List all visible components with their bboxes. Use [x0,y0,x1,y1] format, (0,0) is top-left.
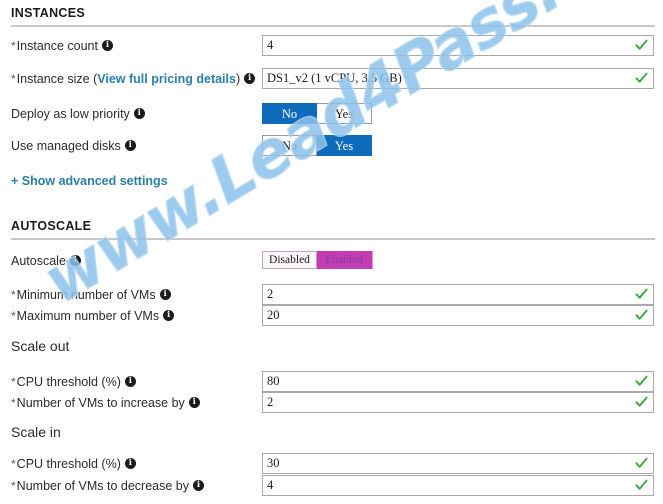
info-icon[interactable]: i [244,73,256,85]
use-managed-disks-option-no[interactable]: No [262,135,317,156]
view-full-pricing-details-link[interactable]: View full pricing details [97,72,236,86]
use-managed-disks-label: Use managed disks i [11,135,136,157]
instance-count-label-text: Instance count [16,39,98,53]
autoscale-label-text: Autoscale [11,254,66,268]
valid-check-icon [635,71,648,85]
scale-in-heading: Scale in [11,424,61,440]
instance-size-row: *Instance size (View full pricing detail… [0,68,663,90]
required-marker: * [11,457,16,471]
instance-size-label: *Instance size (View full pricing detail… [11,68,256,90]
use-managed-disks-label-text: Use managed disks [11,139,121,153]
scale-in-cpu-threshold-row: *CPU threshold (%) i 30 [0,453,663,475]
autoscale-toggle[interactable]: Disabled Enabled [262,251,373,272]
valid-check-icon [635,456,648,470]
scale-in-decrease-vms-input[interactable]: 4 [262,475,654,496]
autoscale-option-enabled[interactable]: Enabled [317,251,372,269]
required-marker: * [11,479,16,493]
use-managed-disks-option-yes[interactable]: Yes [317,135,372,156]
scale-out-heading: Scale out [11,338,70,354]
info-icon[interactable]: i [163,310,175,322]
deploy-low-priority-option-yes[interactable]: Yes [317,103,372,124]
maximum-vms-input[interactable]: 20 [262,305,654,326]
valid-check-icon [635,287,648,301]
scale-out-cpu-threshold-label: *CPU threshold (%) i [11,371,136,393]
required-marker: * [11,39,16,53]
instances-section-divider [11,25,655,27]
deploy-low-priority-toggle[interactable]: No Yes [262,103,372,124]
instance-size-label-text: Instance size ( [16,72,98,86]
scale-in-decrease-vms-row: *Number of VMs to decrease by i 4 [0,475,663,497]
scale-out-increase-vms-row: *Number of VMs to increase by i 2 [0,392,663,414]
info-icon[interactable]: i [101,40,113,52]
instance-count-row: *Instance count i 4 [0,35,663,57]
maximum-vms-label-text: Maximum number of VMs [16,309,160,323]
minimum-vms-value: 2 [267,287,274,301]
instance-count-input[interactable]: 4 [262,35,654,56]
scale-out-increase-vms-value: 2 [267,395,274,409]
scale-out-cpu-threshold-label-text: CPU threshold (%) [16,375,121,389]
use-managed-disks-row: Use managed disks i No Yes [0,135,663,157]
instance-count-label: *Instance count i [11,35,113,57]
scale-out-cpu-threshold-value: 80 [267,374,280,388]
minimum-vms-label: *Minimum number of VMs i [11,284,171,306]
scale-out-increase-vms-label: *Number of VMs to increase by i [11,392,200,414]
required-marker: * [11,309,16,323]
show-advanced-settings-link[interactable]: + Show advanced settings [11,170,168,192]
use-managed-disks-toggle[interactable]: No Yes [262,135,372,156]
info-icon[interactable]: i [69,255,81,267]
autoscale-section: AUTOSCALE [0,219,663,240]
scale-in-cpu-threshold-label-text: CPU threshold (%) [16,457,121,471]
instances-section-title: INSTANCES [11,6,86,20]
info-icon[interactable]: i [124,376,136,388]
info-icon[interactable]: i [124,458,136,470]
show-advanced-settings-row: + Show advanced settings [0,170,663,192]
required-marker: * [11,396,16,410]
instance-size-select[interactable]: DS1_v2 (1 vCPU, 3.5 GB) [262,68,654,89]
deploy-low-priority-row: Deploy as low priority i No Yes [0,103,663,125]
scale-out-increase-vms-input[interactable]: 2 [262,392,654,413]
scale-in-cpu-threshold-input[interactable]: 30 [262,453,654,474]
scale-out-cpu-threshold-row: *CPU threshold (%) i 80 [0,371,663,393]
scale-in-decrease-vms-value: 4 [267,478,274,492]
scale-in-cpu-threshold-value: 30 [267,456,280,470]
minimum-vms-input[interactable]: 2 [262,284,654,305]
scale-in-decrease-vms-label: *Number of VMs to decrease by i [11,475,204,497]
info-icon[interactable]: i [133,108,145,120]
info-icon[interactable]: i [192,480,204,492]
minimum-vms-label-text: Minimum number of VMs [16,288,156,302]
valid-check-icon [635,478,648,492]
autoscale-section-title: AUTOSCALE [11,219,92,233]
deploy-low-priority-option-no[interactable]: No [262,103,317,124]
autoscale-section-divider [11,238,655,240]
autoscale-row: Autoscale i Disabled Enabled [0,250,663,272]
instance-size-value: DS1_v2 (1 vCPU, 3.5 GB) [267,71,402,85]
maximum-vms-value: 20 [267,308,280,322]
scale-in-cpu-threshold-label: *CPU threshold (%) i [11,453,136,475]
valid-check-icon [635,395,648,409]
maximum-vms-row: *Maximum number of VMs i 20 [0,305,663,327]
autoscale-option-disabled[interactable]: Disabled [262,251,317,269]
deploy-low-priority-label: Deploy as low priority i [11,103,145,125]
scale-out-cpu-threshold-input[interactable]: 80 [262,371,654,392]
maximum-vms-label: *Maximum number of VMs i [11,305,175,327]
valid-check-icon [635,38,648,52]
required-marker: * [11,375,16,389]
scale-out-increase-vms-label-text: Number of VMs to increase by [16,396,185,410]
required-marker: * [11,288,16,302]
instances-section: INSTANCES [0,6,663,27]
valid-check-icon [635,308,648,322]
deploy-low-priority-label-text: Deploy as low priority [11,107,130,121]
valid-check-icon [635,374,648,388]
required-marker: * [11,72,16,86]
azure-scale-set-settings-form: INSTANCES *Instance count i 4 *Instance s… [0,0,663,504]
scale-in-decrease-vms-label-text: Number of VMs to decrease by [16,479,189,493]
autoscale-label: Autoscale i [11,250,81,272]
minimum-vms-row: *Minimum number of VMs i 2 [0,284,663,306]
instance-size-label-suffix: ) [235,72,241,86]
info-icon[interactable]: i [124,140,136,152]
instance-count-value: 4 [267,38,274,52]
info-icon[interactable]: i [188,397,200,409]
info-icon[interactable]: i [159,289,171,301]
